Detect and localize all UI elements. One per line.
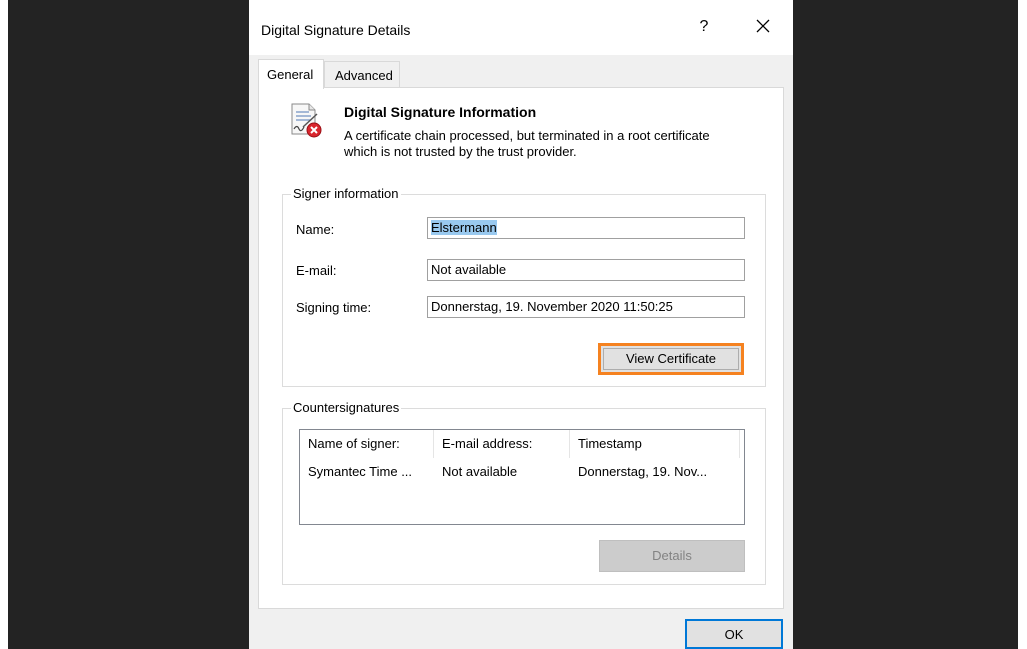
tab-advanced[interactable]: Advanced: [324, 61, 400, 87]
countersignatures-group-label: Countersignatures: [291, 400, 402, 415]
signing-time-label: Signing time:: [296, 300, 372, 315]
list-header: Name of signer: E-mail address: Timestam…: [300, 430, 744, 458]
signer-information-group: Signer information Name: Elstermann E-ma…: [282, 186, 766, 387]
digital-signature-details-dialog: Digital Signature Details ? General Adva…: [249, 0, 793, 649]
general-tab-panel: Digital Signature Information A certific…: [258, 87, 784, 609]
name-field[interactable]: Elstermann: [427, 217, 745, 239]
tab-advanced-label: Advanced: [335, 68, 393, 83]
column-header-timestamp[interactable]: Timestamp: [570, 430, 740, 458]
cell-signer-name: Symantec Time ...: [308, 464, 413, 479]
signer-group-label: Signer information: [291, 186, 401, 201]
title-bar: Digital Signature Details ?: [249, 0, 793, 55]
email-value: Not available: [431, 262, 507, 277]
name-label: Name:: [296, 222, 335, 237]
countersignatures-list[interactable]: Name of signer: E-mail address: Timestam…: [299, 429, 745, 525]
signing-time-field[interactable]: Donnerstag, 19. November 2020 11:50:25: [427, 296, 745, 318]
column-header-name[interactable]: Name of signer:: [300, 430, 434, 458]
cell-timestamp: Donnerstag, 19. Nov...: [578, 464, 708, 479]
list-item[interactable]: Symantec Time ... Not available Donnerst…: [300, 458, 744, 486]
details-button[interactable]: Details: [599, 540, 745, 572]
tab-general-label: General: [267, 67, 314, 82]
tab-general[interactable]: General: [258, 59, 324, 89]
cell-email: Not available: [442, 464, 518, 479]
name-value: Elstermann: [431, 220, 497, 235]
view-certificate-label: View Certificate: [603, 348, 739, 370]
email-field[interactable]: Not available: [427, 259, 745, 281]
countersignatures-group: Countersignatures Name of signer: E-mail…: [282, 400, 766, 585]
signing-time-value: Donnerstag, 19. November 2020 11:50:25: [431, 299, 673, 314]
close-icon: [756, 19, 770, 33]
email-label: E-mail:: [296, 263, 337, 278]
close-button[interactable]: [748, 10, 778, 40]
info-message: A certificate chain processed, but termi…: [344, 128, 710, 159]
column-header-email[interactable]: E-mail address:: [434, 430, 570, 458]
ok-button[interactable]: OK: [685, 619, 783, 649]
view-certificate-button[interactable]: View Certificate: [598, 343, 744, 375]
signature-error-icon: [291, 103, 322, 138]
window-title: Digital Signature Details: [261, 22, 411, 38]
info-title: Digital Signature Information: [344, 104, 537, 120]
help-button[interactable]: ?: [693, 18, 715, 36]
